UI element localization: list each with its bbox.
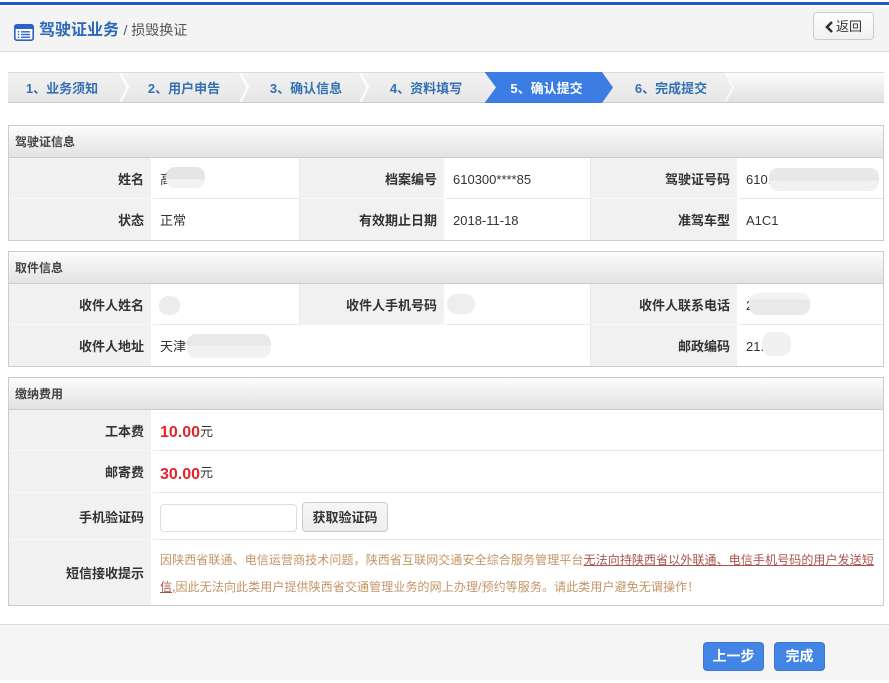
svg-text:4、资料填写: 4、资料填写: [390, 78, 462, 97]
svg-text:5、确认提交: 5、确认提交: [510, 78, 582, 97]
svg-text:1、业务须知: 1、业务须知: [26, 78, 98, 97]
svg-text:3、确认信息: 3、确认信息: [270, 78, 342, 97]
svg-text:6、完成提交: 6、完成提交: [635, 78, 707, 97]
svg-text:2、用户申告: 2、用户申告: [148, 78, 220, 97]
